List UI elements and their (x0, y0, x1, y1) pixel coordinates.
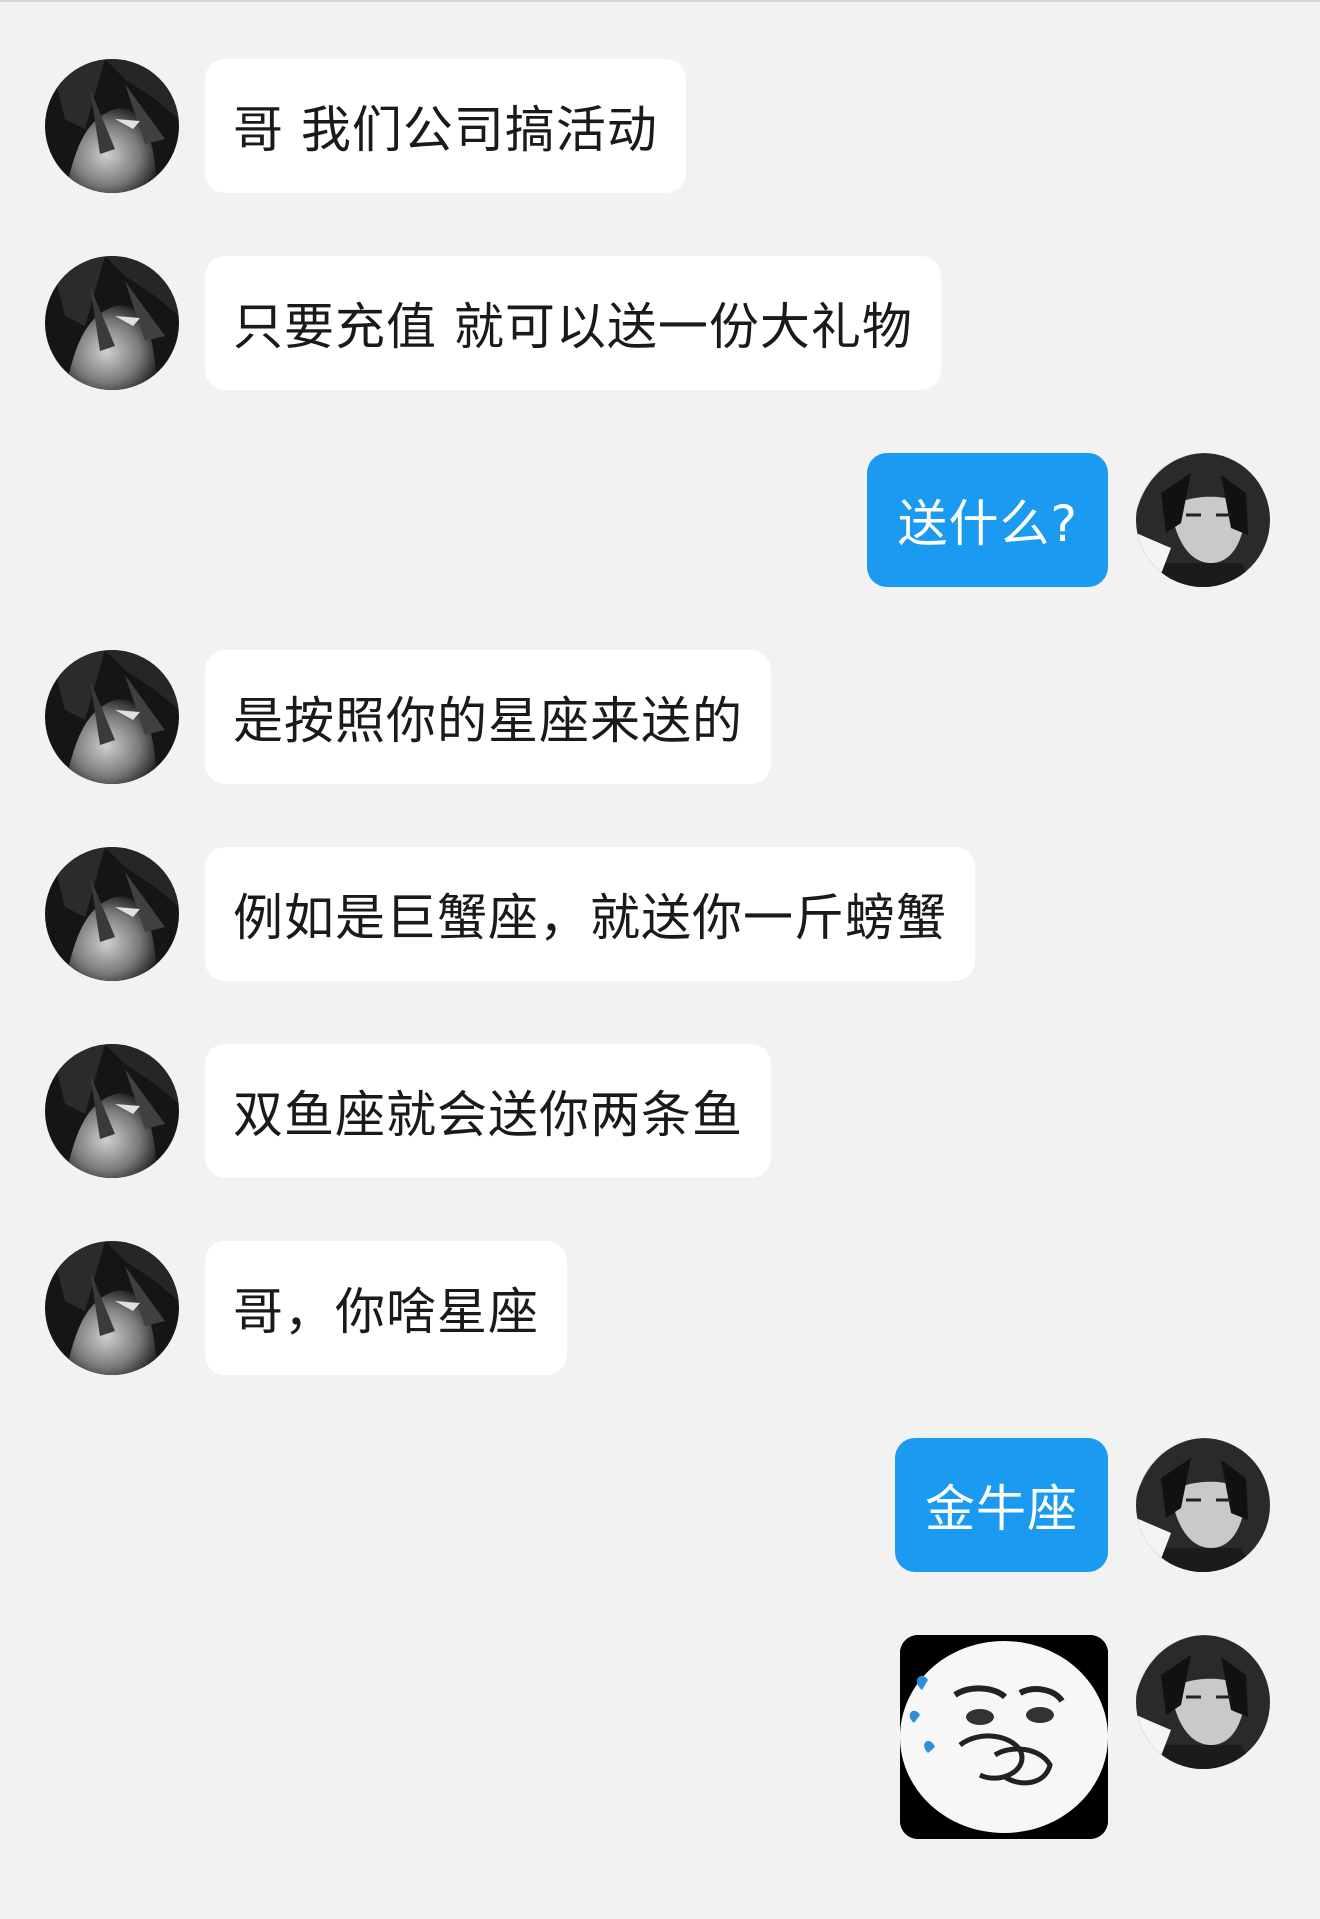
outgoing-message-bubble[interactable]: 送什么? (867, 453, 1108, 587)
dark-haired-character-avatar[interactable] (45, 650, 179, 784)
outgoing-message-bubble[interactable]: 金牛座 (895, 1438, 1108, 1572)
message-row (0, 1635, 1320, 1839)
incoming-message-bubble[interactable]: 只要充值 就可以送一份大礼物 (205, 256, 941, 390)
incoming-message-bubble[interactable]: 例如是巨蟹座，就送你一斤螃蟹 (205, 847, 975, 981)
dark-haired-character-avatar[interactable] (45, 1044, 179, 1178)
message-row: 送什么? (0, 453, 1320, 587)
message-row: 例如是巨蟹座，就送你一斤螃蟹 (0, 847, 1320, 981)
message-row: 金牛座 (0, 1438, 1320, 1572)
chat-conversation: 哥 我们公司搞活动 只要充值 就可以送一份大礼物 送什么? 是按照你的星座来送的… (0, 0, 1320, 1919)
black-haired-boy-avatar[interactable] (1136, 453, 1270, 587)
black-haired-boy-avatar[interactable] (1136, 1635, 1270, 1769)
message-row: 是按照你的星座来送的 (0, 650, 1320, 784)
dark-haired-character-avatar[interactable] (45, 59, 179, 193)
dark-haired-character-avatar[interactable] (45, 256, 179, 390)
message-row: 双鱼座就会送你两条鱼 (0, 1044, 1320, 1178)
dark-haired-character-avatar[interactable] (45, 1241, 179, 1375)
black-haired-boy-avatar[interactable] (1136, 1438, 1270, 1572)
message-row: 哥，你啥星座 (0, 1241, 1320, 1375)
incoming-message-bubble[interactable]: 哥，你啥星座 (205, 1241, 567, 1375)
message-row: 哥 我们公司搞活动 (0, 59, 1320, 193)
drooling-panda-face-sticker[interactable] (900, 1635, 1108, 1839)
incoming-message-bubble[interactable]: 哥 我们公司搞活动 (205, 59, 686, 193)
dark-haired-character-avatar[interactable] (45, 847, 179, 981)
message-row: 只要充值 就可以送一份大礼物 (0, 256, 1320, 390)
incoming-message-bubble[interactable]: 双鱼座就会送你两条鱼 (205, 1044, 771, 1178)
incoming-message-bubble[interactable]: 是按照你的星座来送的 (205, 650, 771, 784)
